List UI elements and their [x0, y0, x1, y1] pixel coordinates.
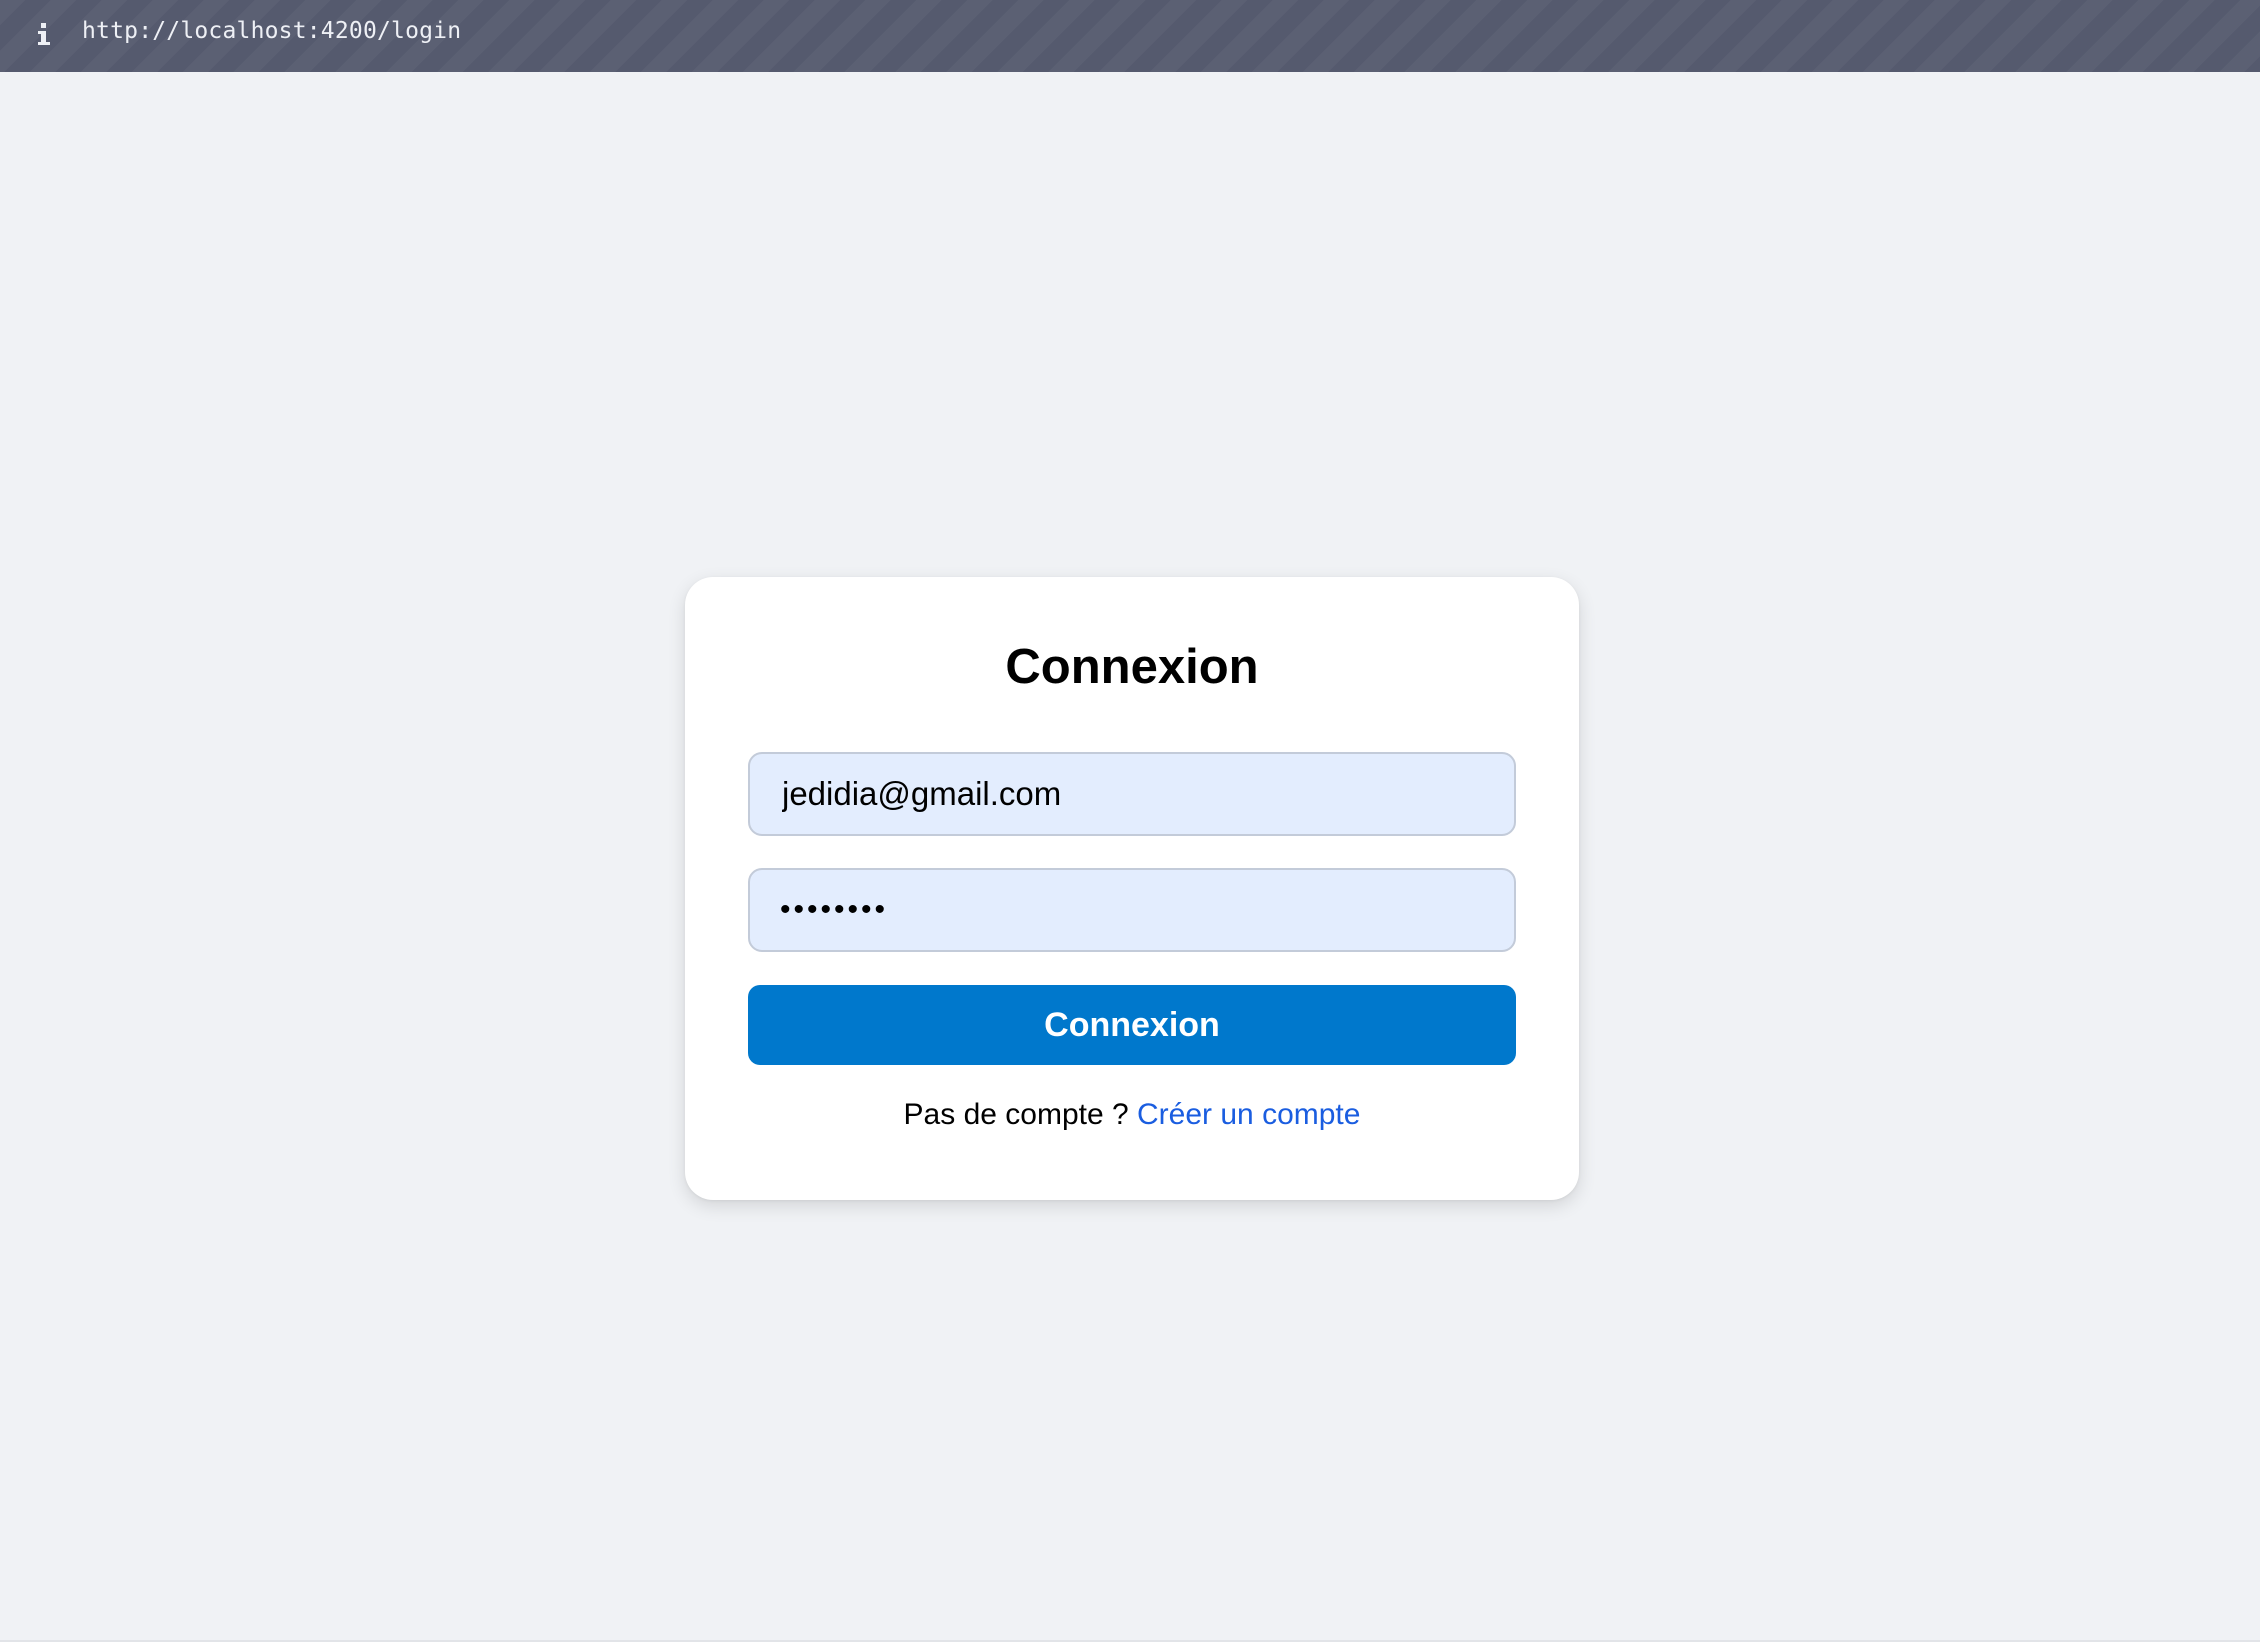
browser-url-bar: http://localhost:4200/login [0, 0, 2260, 72]
login-card: Connexion •••••••• Connexion Pas de comp… [685, 577, 1579, 1200]
signup-row: Pas de compte ? Créer un compte [685, 1097, 1579, 1133]
login-title: Connexion [1005, 640, 1259, 694]
signup-prompt: Pas de compte ? [903, 1098, 1138, 1131]
url-text[interactable]: http://localhost:4200/login [82, 18, 461, 44]
email-field[interactable] [748, 752, 1516, 836]
create-account-link[interactable]: Créer un compte [1137, 1098, 1360, 1131]
login-button[interactable]: Connexion [748, 985, 1516, 1065]
info-icon[interactable] [34, 16, 54, 52]
password-field[interactable] [748, 868, 1516, 952]
